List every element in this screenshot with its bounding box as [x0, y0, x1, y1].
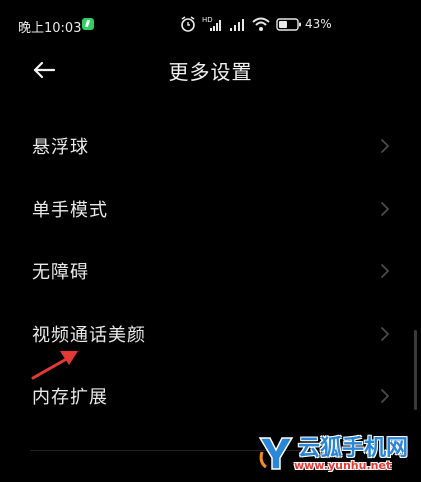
- settings-item-floating-ball[interactable]: 悬浮球: [0, 115, 421, 178]
- notification-badge-icon: [82, 18, 94, 30]
- settings-item-label: 内存扩展: [32, 387, 108, 408]
- settings-item-label: 单手模式: [32, 199, 108, 221]
- settings-item-one-handed-mode[interactable]: 单手模式: [0, 178, 421, 241]
- signal-icon: [230, 19, 244, 31]
- watermark-url: www.yunhu.net: [294, 459, 392, 472]
- scrollbar[interactable]: [414, 330, 417, 410]
- chevron-right-icon: [381, 264, 390, 278]
- chevron-right-icon: [381, 201, 390, 216]
- chevron-right-icon: [381, 139, 390, 153]
- settings-item-label: 悬浮球: [32, 137, 89, 158]
- settings-item-label: 无障碍: [32, 262, 89, 283]
- battery-percent: 43%: [305, 17, 332, 31]
- app-header: 更多设置: [0, 46, 421, 94]
- chevron-right-icon: [381, 326, 390, 341]
- yunhu-logo-icon: [258, 437, 294, 470]
- status-time: 晚上10:03: [18, 21, 82, 36]
- settings-item-accessibility[interactable]: 无障碍: [0, 240, 421, 303]
- watermark: 云狐手机网 www.yunhu.net: [256, 430, 421, 482]
- page-title: 更多设置: [168, 60, 253, 84]
- annotation-arrow-icon: [31, 351, 78, 380]
- wifi-icon: [252, 17, 270, 31]
- chevron-right-icon: [381, 389, 390, 403]
- svg-text:HD: HD: [202, 16, 213, 24]
- settings-item-label: 视频通话美颜: [32, 324, 146, 346]
- hd-signal-icon: HD: [202, 16, 221, 31]
- battery-icon: [276, 18, 301, 31]
- watermark-brand: 云狐手机网: [298, 436, 409, 461]
- status-bar: 晚上10:03 HD 43%: [0, 0, 421, 46]
- alarm-icon: [181, 16, 195, 32]
